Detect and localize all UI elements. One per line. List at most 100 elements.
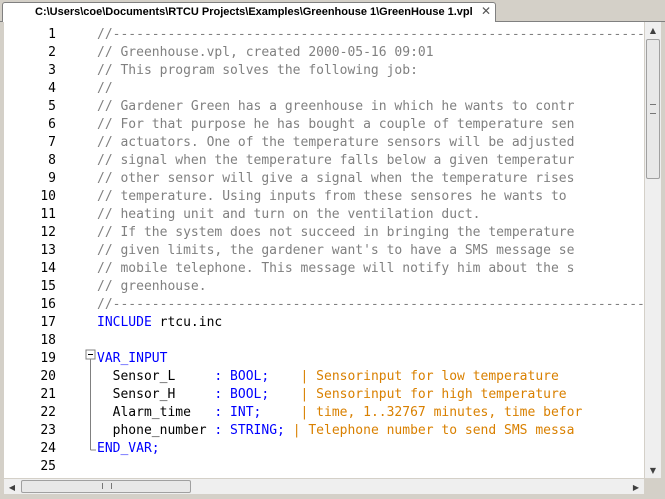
line-number: 17: [40, 315, 56, 330]
code-editor[interactable]: 1 //-------------------------------------…: [4, 22, 644, 478]
line-number: 5: [48, 99, 56, 114]
line-number: 4: [48, 81, 56, 96]
code-line[interactable]: 14 // mobile telephone. This message will…: [4, 260, 644, 278]
line-number: 20: [40, 369, 56, 384]
code-text: // If the system does not succeed in bri…: [97, 224, 574, 242]
line-number: 6: [48, 117, 56, 132]
close-icon[interactable]: ✕: [481, 4, 491, 18]
line-number: 7: [48, 135, 56, 150]
horizontal-scrollbar[interactable]: ◀ ▶: [4, 478, 644, 495]
code-token: Alarm_time: [97, 405, 215, 420]
scroll-up-icon[interactable]: ▲: [645, 22, 661, 38]
code-line[interactable]: 15 // greenhouse.: [4, 278, 644, 296]
grip-icon: [102, 483, 112, 489]
line-number: 11: [40, 207, 56, 222]
code-line[interactable]: 24 END_VAR;: [4, 440, 644, 458]
code-line[interactable]: 10 // temperature. Using inputs from thes…: [4, 188, 644, 206]
code-token: // Gardener Green has a greenhouse in wh…: [97, 99, 575, 114]
code-line[interactable]: 9 // other sensor will give a signal when…: [4, 170, 644, 188]
code-token: // If the system does not succeed in bri…: [97, 225, 575, 240]
code-token: // actuators. One of the temperature sen…: [97, 135, 575, 150]
window-frame-bottom: [0, 494, 665, 499]
code-text: // temperature. Using inputs from these …: [97, 188, 567, 206]
code-token: // Greenhouse.vpl, created 2000-05-16 09…: [97, 45, 434, 60]
code-line[interactable]: 7 // actuators. One of the temperature se…: [4, 134, 644, 152]
code-token: //--------------------------------------…: [97, 297, 644, 312]
code-line[interactable]: 12 // If the system does not succeed in b…: [4, 224, 644, 242]
code-text: // greenhouse.: [97, 278, 207, 296]
code-token: // heating unit and turn on the ventilat…: [97, 207, 481, 222]
code-token: // mobile telephone. This message will n…: [97, 261, 575, 276]
code-text: //: [97, 80, 113, 98]
code-line[interactable]: 25: [4, 458, 644, 476]
vertical-scrollbar[interactable]: ▲ ▼: [644, 22, 661, 478]
code-text: //--------------------------------------…: [97, 26, 644, 44]
code-line[interactable]: 13 // given limits, the gardener want's t…: [4, 242, 644, 260]
code-line[interactable]: 5 // Gardener Green has a greenhouse in w…: [4, 98, 644, 116]
line-number: 24: [40, 441, 56, 456]
code-line[interactable]: 6 // For that purpose he has bought a cou…: [4, 116, 644, 134]
scroll-right-icon[interactable]: ▶: [628, 479, 644, 495]
code-line[interactable]: 20 Sensor_L : BOOL; | Sensorinput for lo…: [4, 368, 644, 386]
tab-file[interactable]: C:\Users\coe\Documents\RTCU Projects\Exa…: [2, 2, 496, 22]
line-number: 21: [40, 387, 56, 402]
line-number: 18: [40, 333, 56, 348]
code-text: Alarm_time : INT; | time, 1..32767 minut…: [97, 404, 583, 422]
code-text: Sensor_H : BOOL; | Sensorinput for high …: [97, 386, 567, 404]
code-line[interactable]: 11 // heating unit and turn on the ventil…: [4, 206, 644, 224]
tab-title: C:\Users\coe\Documents\RTCU Projects\Exa…: [35, 6, 473, 18]
code-text: // actuators. One of the temperature sen…: [97, 134, 574, 152]
code-line[interactable]: 8 // signal when the temperature falls be…: [4, 152, 644, 170]
line-number: 25: [40, 459, 56, 474]
code-text: // Gardener Green has a greenhouse in wh…: [97, 98, 574, 116]
code-token: //: [97, 81, 113, 96]
code-line[interactable]: 2 // Greenhouse.vpl, created 2000-05-16 0…: [4, 44, 644, 62]
line-number: 1: [48, 27, 56, 42]
line-number: 16: [40, 297, 56, 312]
code-token: | Telephone number to send SMS messa: [292, 423, 575, 438]
line-number: 2: [48, 45, 56, 60]
horizontal-scroll-thumb[interactable]: [21, 480, 191, 493]
code-text: // For that purpose he has bought a coup…: [97, 116, 574, 134]
line-number: 19: [40, 351, 56, 366]
code-line[interactable]: 22 Alarm_time : INT; | time, 1..32767 mi…: [4, 404, 644, 422]
line-number: 13: [40, 243, 56, 258]
code-text: VAR_INPUT: [97, 350, 167, 368]
code-token: //--------------------------------------…: [97, 27, 644, 42]
scrollbar-corner: [644, 478, 661, 494]
code-token: rtcu.inc: [151, 315, 223, 330]
code-text: END_VAR;: [97, 440, 160, 458]
code-line[interactable]: 23 phone_number : STRING; | Telephone nu…: [4, 422, 644, 440]
code-text: // given limits, the gardener want's to …: [97, 242, 574, 260]
code-line[interactable]: 4 //: [4, 80, 644, 98]
code-text: // other sensor will give a signal when …: [97, 170, 574, 188]
code-text: INCLUDE rtcu.inc: [97, 314, 222, 332]
code-token: // greenhouse.: [97, 279, 207, 294]
line-number: 10: [40, 189, 56, 204]
code-token: // other sensor will give a signal when …: [97, 171, 575, 186]
code-line[interactable]: 1 //-------------------------------------…: [4, 26, 644, 44]
window-frame-right: [661, 22, 665, 499]
code-text: //--------------------------------------…: [97, 296, 644, 314]
line-number: 14: [40, 261, 56, 276]
code-line[interactable]: 17 INCLUDE rtcu.inc: [4, 314, 644, 332]
code-line[interactable]: 3 // This program solves the following jo…: [4, 62, 644, 80]
line-number: 8: [48, 153, 56, 168]
code-token: Sensor_L: [97, 369, 215, 384]
code-line[interactable]: 21 Sensor_H : BOOL; | Sensorinput for hi…: [4, 386, 644, 404]
code-text: // mobile telephone. This message will n…: [97, 260, 574, 278]
scroll-left-icon[interactable]: ◀: [4, 479, 20, 495]
code-line[interactable]: 16 //------------------------------------…: [4, 296, 644, 314]
code-token: VAR_INPUT: [97, 351, 168, 366]
code-line[interactable]: 18: [4, 332, 644, 350]
scroll-down-icon[interactable]: ▼: [645, 462, 661, 478]
code-token: : BOOL;: [214, 369, 270, 384]
line-number: 3: [48, 63, 56, 78]
code-line[interactable]: 19 VAR_INPUT: [4, 350, 644, 368]
vertical-scroll-thumb[interactable]: [646, 39, 660, 179]
code-token: // given limits, the gardener want's to …: [97, 243, 575, 258]
code-token: | time, 1..32767 minutes, time befor: [300, 405, 583, 420]
line-number: 9: [48, 171, 56, 186]
code-token: // signal when the temperature falls bel…: [97, 153, 575, 168]
